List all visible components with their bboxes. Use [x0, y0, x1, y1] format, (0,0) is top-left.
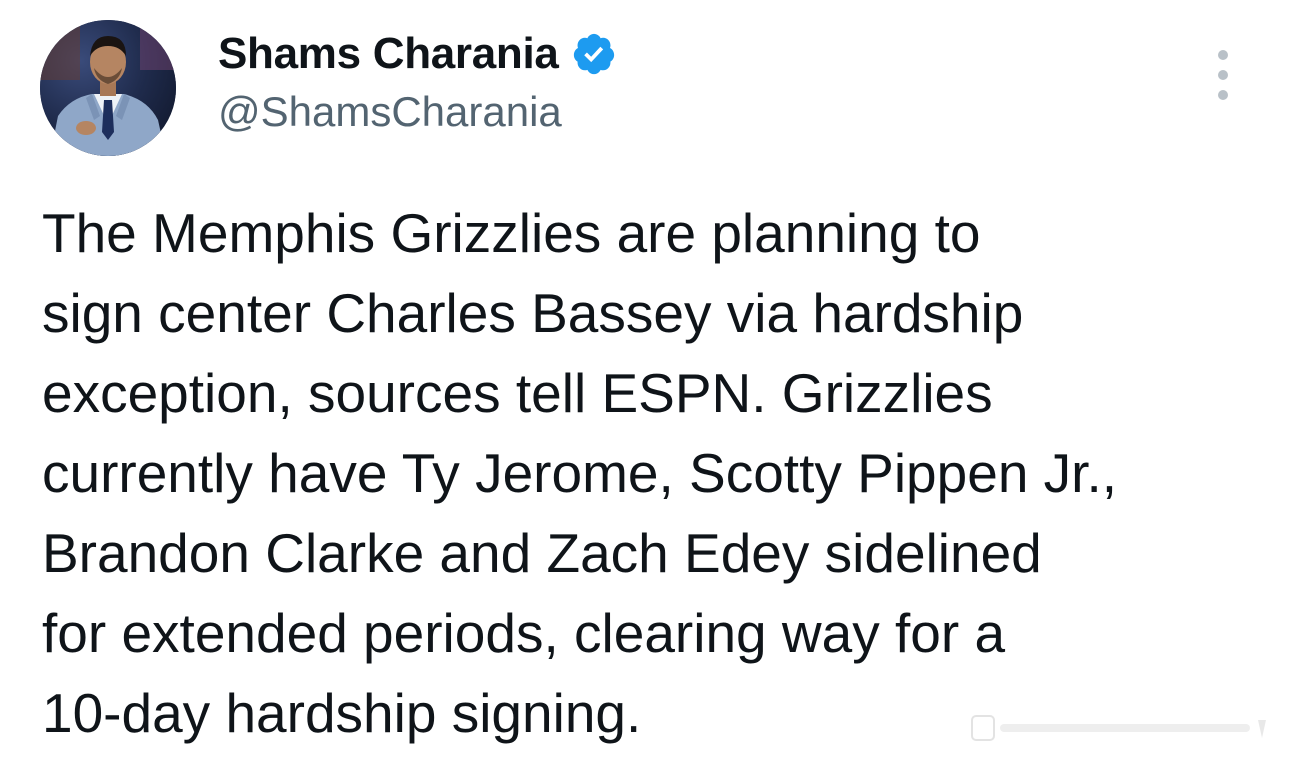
more-dot	[1218, 70, 1228, 80]
tweet-card: Shams Charania @ShamsCharania The Memphi…	[0, 0, 1289, 757]
profile-photo	[40, 20, 176, 156]
avatar[interactable]	[40, 20, 176, 156]
watermark	[970, 712, 1270, 744]
more-vertical-icon[interactable]	[1208, 50, 1238, 100]
more-dot	[1218, 50, 1228, 60]
display-name[interactable]: Shams Charania	[218, 29, 559, 79]
author-handle[interactable]: @ShamsCharania	[218, 88, 562, 136]
more-dot	[1218, 90, 1228, 100]
verified-badge-icon	[571, 31, 617, 77]
tweet-text: The Memphis Grizzlies are planning to si…	[42, 202, 1118, 744]
author-name-row: Shams Charania	[218, 26, 617, 82]
